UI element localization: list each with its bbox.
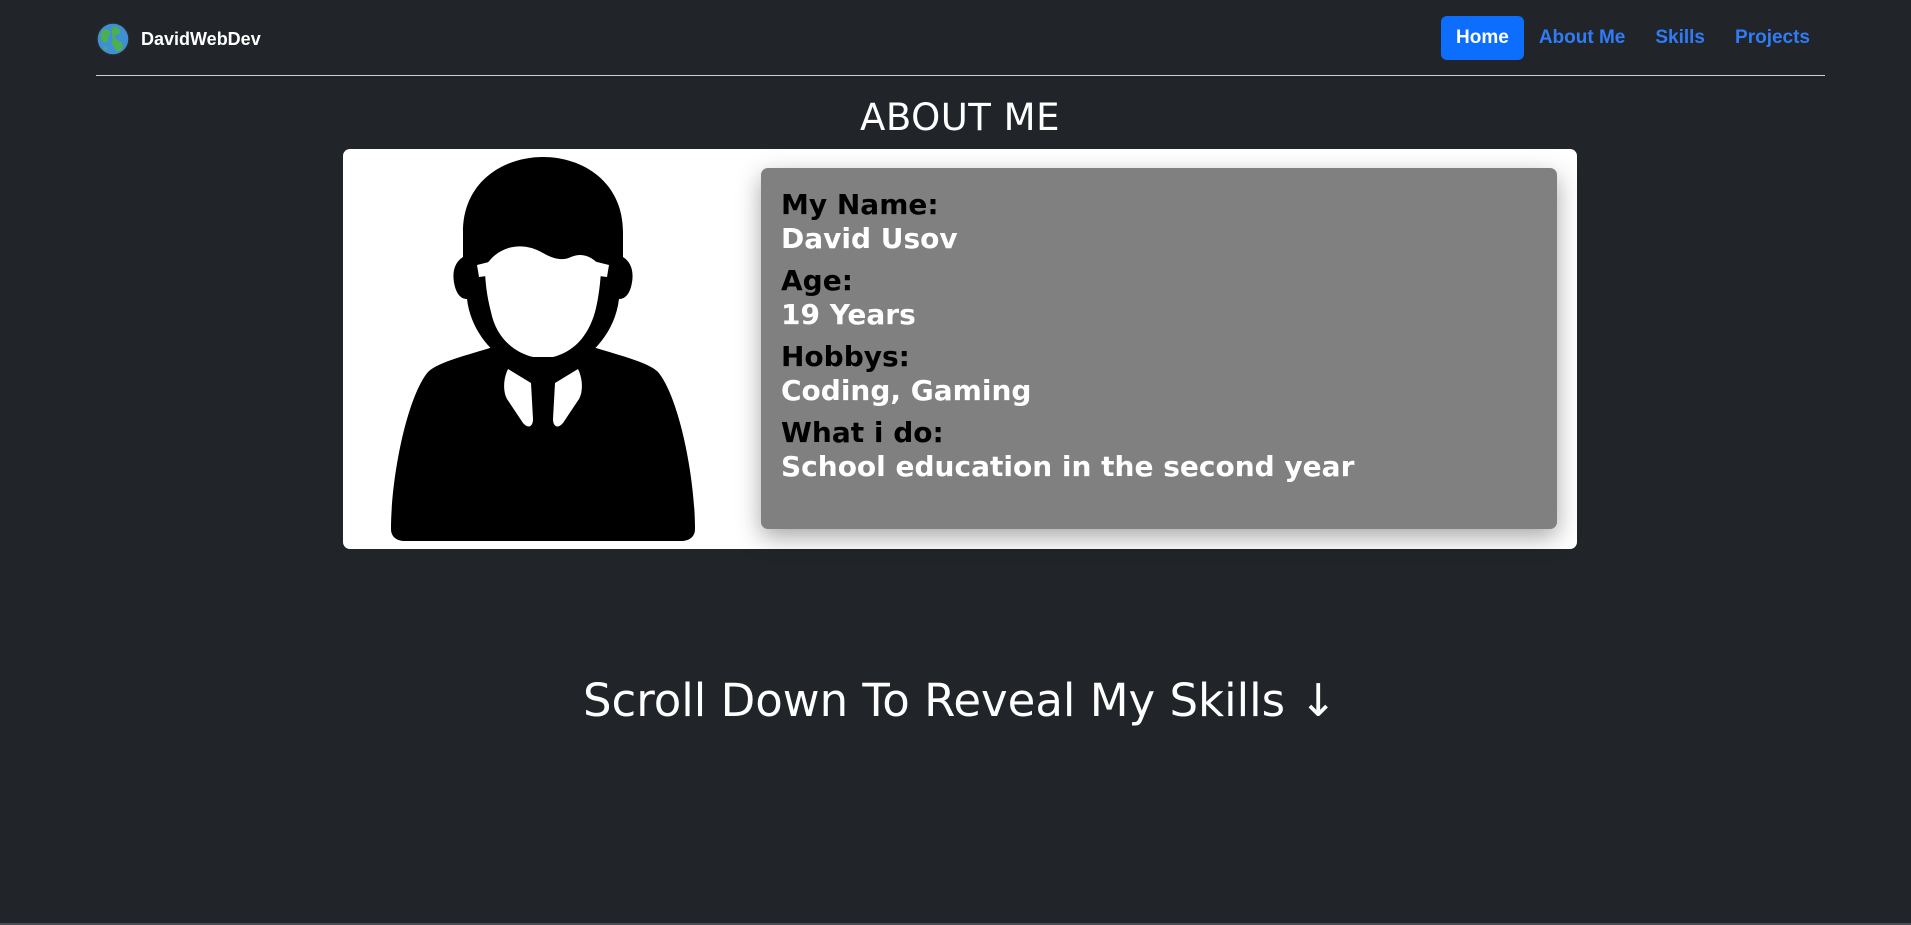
info-label: My Name: <box>781 188 939 221</box>
info-value: Coding, Gaming <box>781 374 1032 407</box>
info-hobbies: Hobbys: Coding, Gaming <box>781 340 1537 408</box>
page-title: ABOUT ME <box>860 96 1060 139</box>
about-card: My Name: David Usov Age: 19 Years Hobbys… <box>343 149 1577 549</box>
scroll-hint: Scroll Down To Reveal My Skills ↓ <box>582 674 1338 727</box>
brand-link[interactable]: DavidWebDev <box>96 20 261 58</box>
info-value: David Usov <box>781 222 958 255</box>
globe-icon <box>96 22 130 56</box>
person-avatar-icon <box>383 157 703 541</box>
about-info-panel: My Name: David Usov Age: 19 Years Hobbys… <box>761 168 1557 529</box>
info-name: My Name: David Usov <box>781 188 1537 256</box>
info-value: School education in the second year <box>781 450 1355 483</box>
info-value: 19 Years <box>781 298 916 331</box>
info-occupation: What i do: School education in the secon… <box>781 416 1537 484</box>
nav-link-home[interactable]: Home <box>1441 16 1524 60</box>
brand-name: DavidWebDev <box>141 28 261 49</box>
info-label: Age: <box>781 264 853 297</box>
nav-link-skills[interactable]: Skills <box>1640 16 1720 60</box>
navbar: DavidWebDev Home About Me Skills Project… <box>96 0 1825 76</box>
info-age: Age: 19 Years <box>781 264 1537 332</box>
info-label: Hobbys: <box>781 340 910 373</box>
nav-links: Home About Me Skills Projects <box>1441 16 1825 60</box>
nav-link-about-me[interactable]: About Me <box>1524 16 1641 60</box>
nav-link-projects[interactable]: Projects <box>1720 16 1825 60</box>
info-label: What i do: <box>781 416 944 449</box>
